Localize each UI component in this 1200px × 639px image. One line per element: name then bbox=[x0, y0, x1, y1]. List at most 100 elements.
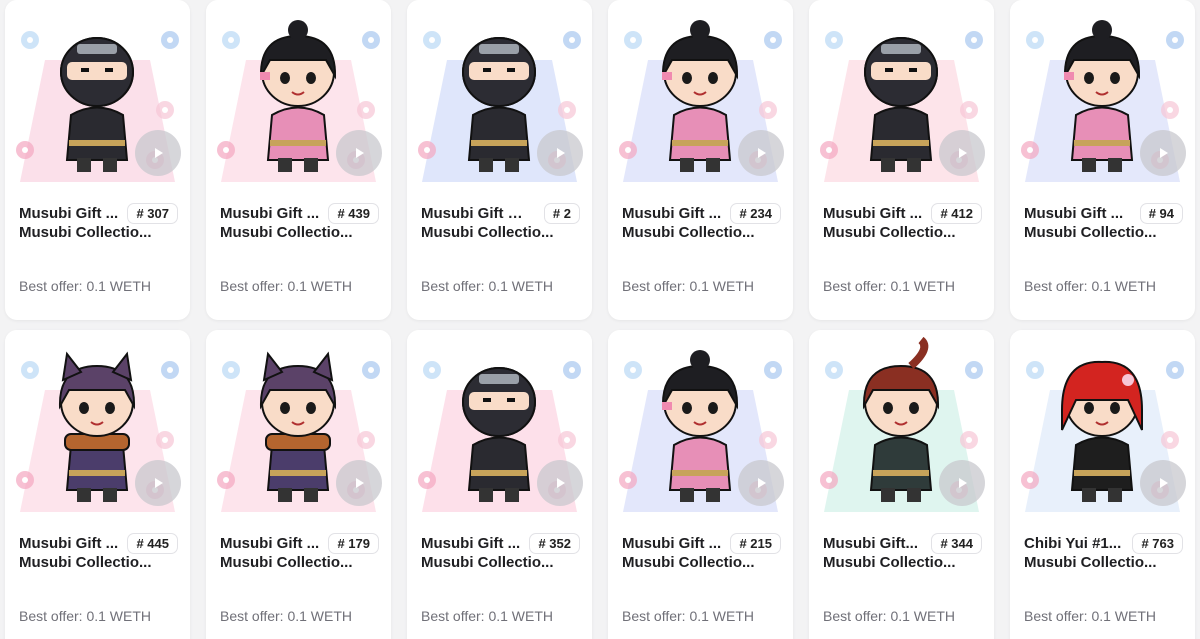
play-icon bbox=[557, 478, 565, 488]
item-number-badge: # 2 bbox=[543, 202, 580, 224]
item-title[interactable]: Musubi Gift ... bbox=[220, 205, 319, 222]
item-number-badge: # 234 bbox=[730, 202, 781, 224]
collection-name[interactable]: Musubi Collectio... bbox=[622, 554, 782, 571]
best-offer: Best offer: 0.1 WETH bbox=[421, 278, 554, 294]
nft-artwork[interactable] bbox=[1010, 330, 1195, 512]
card-title-row: Musubi Gift ... # 94 bbox=[1024, 200, 1183, 226]
nft-artwork[interactable] bbox=[5, 0, 190, 182]
best-offer: Best offer: 0.1 WETH bbox=[421, 608, 554, 624]
nft-artwork[interactable] bbox=[1010, 0, 1195, 182]
item-title[interactable]: Musubi Gift ... bbox=[622, 205, 721, 222]
nft-card[interactable]: Musubi Gift ... # 94 Musubi Collectio... Be… bbox=[1010, 0, 1195, 320]
play-button[interactable] bbox=[537, 130, 583, 176]
item-title[interactable]: Musubi Gift... bbox=[823, 535, 918, 552]
best-offer: Best offer: 0.1 WETH bbox=[1024, 278, 1157, 294]
card-title-row: Musubi Gift ... # 234 bbox=[622, 200, 781, 226]
item-title[interactable]: Musubi Gift ... bbox=[220, 535, 319, 552]
best-offer: Best offer: 0.1 WETH bbox=[823, 608, 956, 624]
item-title[interactable]: Musubi Gift ... bbox=[421, 535, 520, 552]
card-title-row: Chibi Yui #1... # 763 bbox=[1024, 530, 1183, 556]
best-offer: Best offer: 0.1 WETH bbox=[220, 278, 353, 294]
play-button[interactable] bbox=[738, 460, 784, 506]
nft-card[interactable]: Musubi Gift ... # 307 Musubi Collectio... B… bbox=[5, 0, 190, 320]
item-number-badge: # 179 bbox=[328, 532, 379, 554]
collection-name[interactable]: Musubi Collectio... bbox=[421, 554, 581, 571]
play-icon bbox=[1160, 478, 1168, 488]
nft-artwork[interactable] bbox=[809, 0, 994, 182]
nft-artwork[interactable] bbox=[407, 330, 592, 512]
collection-name[interactable]: Musubi Collectio... bbox=[1024, 224, 1184, 241]
play-icon bbox=[959, 148, 967, 158]
nft-card[interactable]: Musubi Gift ... # 412 Musubi Collectio... B… bbox=[809, 0, 994, 320]
nft-card[interactable]: Musubi Gift ... # 179 Musubi Collectio... B… bbox=[206, 330, 391, 639]
item-title[interactable]: Musubi Gift ... bbox=[823, 205, 922, 222]
item-title[interactable]: Musubi Gift #1... bbox=[421, 205, 525, 222]
card-title-row: Musubi Gift ... # 179 bbox=[220, 530, 379, 556]
play-icon bbox=[356, 148, 364, 158]
nft-card[interactable]: Musubi Gift ... # 234 Musubi Collectio... B… bbox=[608, 0, 793, 320]
nft-artwork[interactable] bbox=[809, 330, 994, 512]
card-title-row: Musubi Gift ... # 352 bbox=[421, 530, 580, 556]
best-offer: Best offer: 0.1 WETH bbox=[220, 608, 353, 624]
play-icon bbox=[155, 148, 163, 158]
card-title-row: Musubi Gift ... # 439 bbox=[220, 200, 379, 226]
play-button[interactable] bbox=[336, 460, 382, 506]
card-title-row: Musubi Gift ... # 412 bbox=[823, 200, 982, 226]
best-offer: Best offer: 0.1 WETH bbox=[19, 608, 152, 624]
nft-card[interactable]: Musubi Gift ... # 445 Musubi Collectio... B… bbox=[5, 330, 190, 639]
best-offer: Best offer: 0.1 WETH bbox=[622, 608, 755, 624]
collection-name[interactable]: Musubi Collectio... bbox=[220, 224, 380, 241]
nft-artwork[interactable] bbox=[608, 330, 793, 512]
best-offer: Best offer: 0.1 WETH bbox=[1024, 608, 1157, 624]
nft-artwork[interactable] bbox=[608, 0, 793, 182]
play-icon bbox=[1160, 148, 1168, 158]
collection-name[interactable]: Musubi Collectio... bbox=[823, 554, 983, 571]
best-offer: Best offer: 0.1 WETH bbox=[19, 278, 152, 294]
nft-grid: Musubi Gift ... # 307 Musubi Collectio... B… bbox=[0, 0, 1200, 639]
collection-name[interactable]: Musubi Collectio... bbox=[823, 224, 983, 241]
nft-card[interactable]: Musubi Gift ... # 352 Musubi Collectio... B… bbox=[407, 330, 592, 639]
item-number-badge: # 215 bbox=[730, 532, 781, 554]
nft-artwork[interactable] bbox=[206, 330, 391, 512]
collection-name[interactable]: Musubi Collectio... bbox=[622, 224, 782, 241]
nft-card[interactable]: Musubi Gift ... # 215 Musubi Collectio... B… bbox=[608, 330, 793, 639]
nft-card[interactable]: Musubi Gift #1... # 2Musubi Collectio... B… bbox=[407, 0, 592, 320]
nft-artwork[interactable] bbox=[407, 0, 592, 182]
item-title[interactable]: Musubi Gift ... bbox=[622, 535, 721, 552]
item-number-badge: # 307 bbox=[127, 202, 178, 224]
nft-card[interactable]: Musubi Gift... # 344 Musubi Collectio... Be… bbox=[809, 330, 994, 639]
play-button[interactable] bbox=[135, 130, 181, 176]
nft-card[interactable]: Musubi Gift ... # 439 Musubi Collectio... B… bbox=[206, 0, 391, 320]
play-button[interactable] bbox=[135, 460, 181, 506]
item-title[interactable]: Musubi Gift ... bbox=[19, 205, 118, 222]
collection-name[interactable]: Musubi Collectio... bbox=[1024, 554, 1184, 571]
collection-name[interactable]: Musubi Collectio... bbox=[19, 224, 179, 241]
play-icon bbox=[356, 478, 364, 488]
item-number-badge: # 763 bbox=[1132, 532, 1183, 554]
play-button[interactable] bbox=[939, 460, 985, 506]
play-button[interactable] bbox=[939, 130, 985, 176]
nft-artwork[interactable] bbox=[5, 330, 190, 512]
item-number-badge: # 94 bbox=[1139, 202, 1183, 224]
play-icon bbox=[758, 478, 766, 488]
card-title-row: Musubi Gift... # 344 bbox=[823, 530, 982, 556]
item-title[interactable]: Chibi Yui #1... bbox=[1024, 535, 1121, 552]
play-button[interactable] bbox=[738, 130, 784, 176]
collection-name[interactable]: Musubi Collectio... bbox=[421, 224, 581, 241]
play-button[interactable] bbox=[1140, 130, 1186, 176]
card-title-row: Musubi Gift ... # 307 bbox=[19, 200, 178, 226]
play-icon bbox=[557, 148, 565, 158]
play-button[interactable] bbox=[537, 460, 583, 506]
nft-artwork[interactable] bbox=[206, 0, 391, 182]
collection-name[interactable]: Musubi Collectio... bbox=[220, 554, 380, 571]
play-button[interactable] bbox=[336, 130, 382, 176]
play-button[interactable] bbox=[1140, 460, 1186, 506]
item-title[interactable]: Musubi Gift ... bbox=[19, 535, 118, 552]
item-number-badge: # 412 bbox=[931, 202, 982, 224]
collection-name[interactable]: Musubi Collectio... bbox=[19, 554, 179, 571]
card-title-row: Musubi Gift #1... # 2 bbox=[421, 200, 580, 226]
item-number-badge: # 344 bbox=[931, 532, 982, 554]
item-number-badge: # 352 bbox=[529, 532, 580, 554]
item-title[interactable]: Musubi Gift ... bbox=[1024, 205, 1123, 222]
nft-card[interactable]: Chibi Yui #1... # 763 Musubi Collectio... B… bbox=[1010, 330, 1195, 639]
